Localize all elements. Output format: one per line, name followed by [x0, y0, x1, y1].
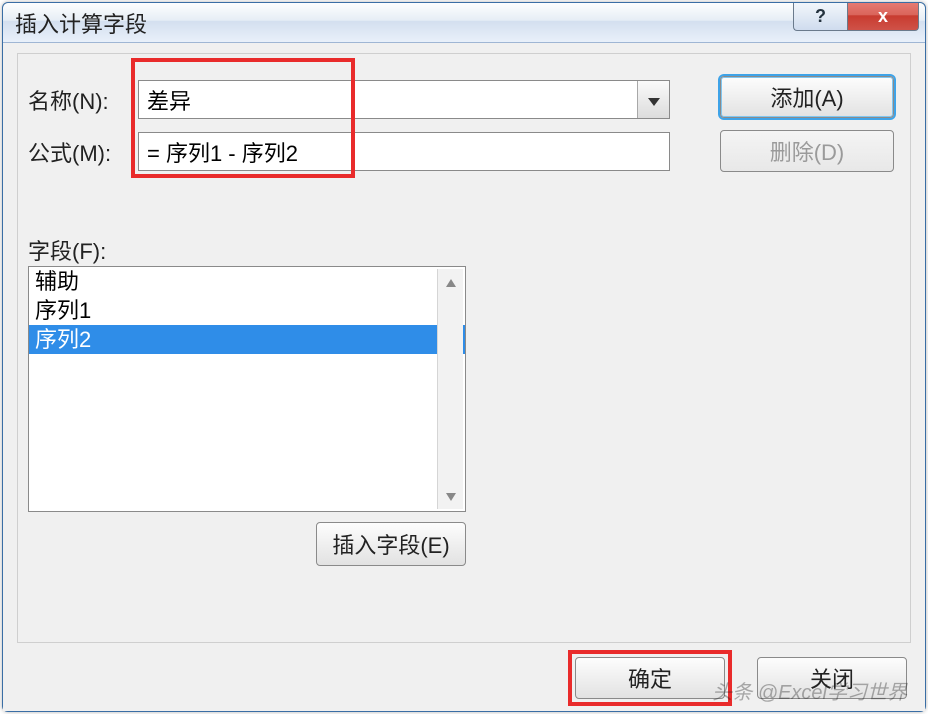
list-item[interactable]: 序列1 — [29, 296, 465, 325]
close-icon: x — [878, 6, 888, 27]
main-groupbox: 名称(N): 差异 公式(M): = 序列1 - 序列2 — [17, 53, 911, 643]
scroll-down-button[interactable] — [438, 483, 463, 509]
formula-label: 公式(M): — [28, 136, 111, 168]
formula-input[interactable]: = 序列1 - 序列2 — [138, 132, 670, 171]
help-icon: ? — [815, 6, 826, 27]
chevron-up-icon — [445, 270, 457, 294]
delete-button: 删除(D) — [720, 130, 894, 172]
name-label: 名称(N): — [28, 84, 109, 116]
list-item[interactable]: 辅助 — [29, 267, 465, 296]
name-label-wrap: 名称(N): — [28, 84, 109, 116]
titlebar[interactable]: 插入计算字段 ? x — [3, 3, 925, 43]
ok-button[interactable]: 确定 — [575, 657, 725, 699]
add-button-label: 添加(A) — [770, 81, 843, 113]
insert-field-label: 插入字段(E) — [332, 528, 449, 560]
insert-calculated-field-dialog: 插入计算字段 ? x 名称(N): 差异 — [2, 2, 926, 712]
window-close-button[interactable]: x — [847, 3, 919, 31]
delete-button-label: 删除(D) — [770, 135, 845, 167]
title-controls: ? x — [793, 3, 919, 31]
dialog-title: 插入计算字段 — [15, 7, 147, 39]
list-item[interactable]: 序列2 — [29, 325, 465, 354]
close-button[interactable]: 关闭 — [757, 657, 907, 699]
insert-field-button[interactable]: 插入字段(E) — [316, 522, 466, 566]
name-dropdown-button[interactable] — [637, 81, 669, 118]
name-combo[interactable]: 差异 — [138, 80, 670, 119]
chevron-down-icon — [445, 484, 457, 508]
close-button-label: 关闭 — [810, 662, 854, 694]
name-value: 差异 — [147, 84, 191, 116]
chevron-down-icon — [647, 87, 661, 113]
formula-value: = 序列1 - 序列2 — [147, 136, 298, 168]
formula-label-wrap: 公式(M): — [28, 136, 111, 168]
scroll-up-button[interactable] — [438, 269, 463, 295]
help-button[interactable]: ? — [793, 3, 847, 31]
fields-label-wrap: 字段(F): — [28, 234, 106, 266]
listbox-scrollbar[interactable] — [437, 269, 463, 509]
add-button[interactable]: 添加(A) — [720, 76, 894, 118]
fields-label: 字段(F): — [28, 234, 106, 266]
ok-button-label: 确定 — [628, 662, 672, 694]
dialog-client-area: 名称(N): 差异 公式(M): = 序列1 - 序列2 — [3, 43, 925, 711]
fields-listbox[interactable]: 辅助 序列1 序列2 — [28, 266, 466, 512]
